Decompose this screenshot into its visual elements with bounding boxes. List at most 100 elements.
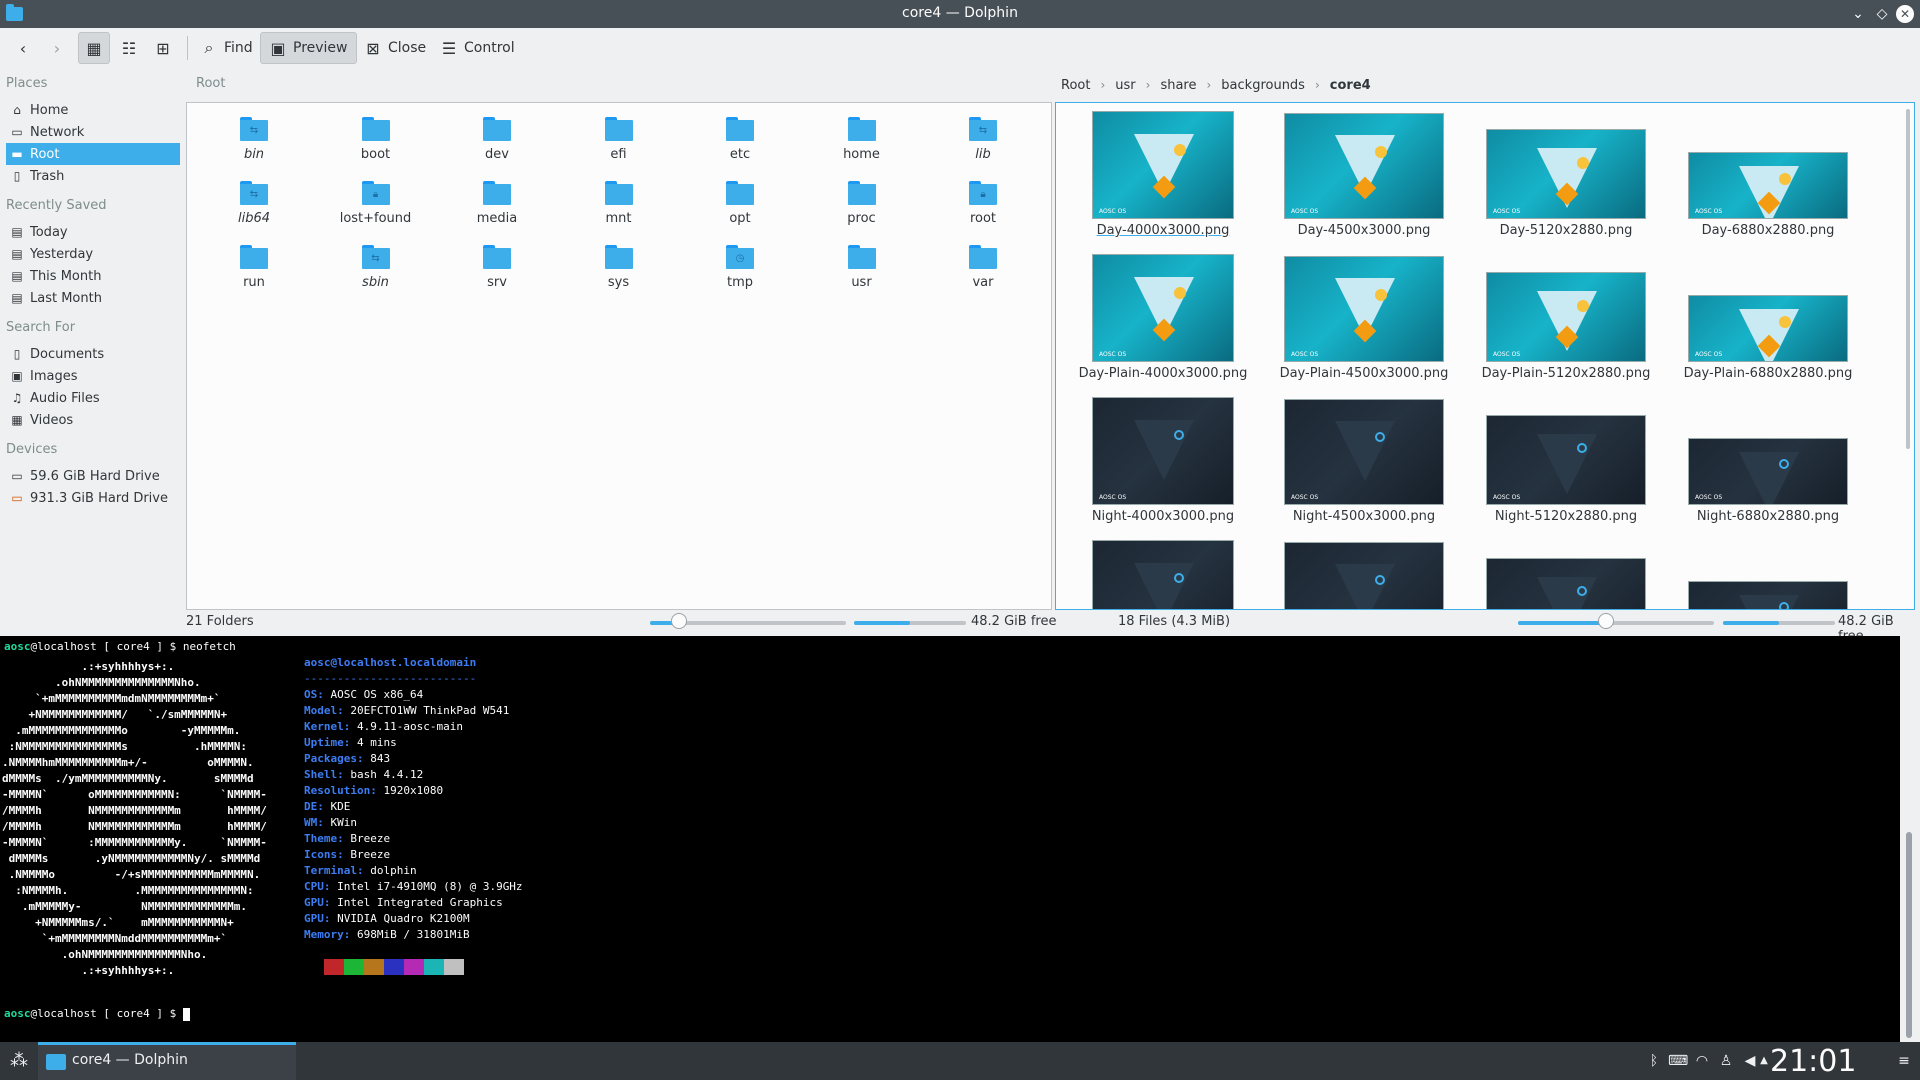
right-zoom-knob[interactable] — [1598, 613, 1614, 629]
right-status-count: 18 Files (4.3 MiB) — [1118, 614, 1231, 629]
sidebar-item-audio[interactable]: ♫ Audio Files — [6, 387, 180, 409]
folder-item[interactable]: srv — [442, 239, 552, 299]
wifi-icon[interactable]: ◠ — [1692, 1051, 1712, 1071]
close-split-button[interactable]: ⊠ Close — [356, 32, 434, 64]
sidebar-item-today[interactable]: ▤ Today — [6, 221, 180, 243]
sidebar-item-documents[interactable]: ▯ Documents — [6, 343, 180, 365]
folder-item[interactable]: ⇆ lib — [928, 111, 1038, 171]
sidebar-item-images[interactable]: ▣ Images — [6, 365, 180, 387]
color-swatch — [324, 959, 344, 975]
folder-item[interactable]: 🔒︎ lost+found — [321, 175, 431, 235]
image-thumbnail: AOSC OS — [1284, 399, 1444, 505]
crumb-root[interactable]: Root — [1061, 78, 1090, 93]
sidebar-item-drive-2[interactable]: ▭ 931.3 GiB Hard Drive — [6, 487, 180, 509]
application-launcher-icon[interactable]: ⁂ — [8, 1050, 30, 1072]
network-icon: ▭ — [11, 125, 23, 139]
compact-view-button[interactable]: ☷ — [114, 32, 146, 64]
close-window-button[interactable]: ✕ — [1896, 5, 1914, 23]
sidebar-item-home[interactable]: ⌂ Home — [6, 99, 180, 121]
icons-view-button[interactable]: ▦ — [78, 32, 110, 64]
folder-item[interactable]: var — [928, 239, 1038, 299]
crumb-backgrounds[interactable]: backgrounds — [1221, 78, 1305, 93]
folder-item[interactable]: ⇆ lib64 — [199, 175, 309, 235]
left-file-view[interactable]: ⇆ bin boot dev efi etc home ⇆ lib ⇆ lib64 🔒︎ lost+fo… — [186, 102, 1052, 610]
info-value: 4 mins — [357, 736, 397, 749]
forward-button[interactable]: › — [40, 32, 80, 64]
ascii-line: +NMMMMMMMMMMMM/ `./smMMMMMN+ — [2, 708, 228, 721]
prompt-line-1: aosc@localhost [ core4 ] $ neofetch — [4, 639, 236, 655]
lock-emblem-icon: 🔒︎ — [372, 189, 379, 200]
keyboard-icon[interactable]: ⌨ — [1668, 1051, 1688, 1071]
sidebar-item-root[interactable]: ▬ Root — [6, 143, 180, 165]
folder-name: lib64 — [237, 211, 271, 226]
terminal-scroll-thumb[interactable] — [1906, 832, 1912, 1038]
folder-item[interactable]: mnt — [564, 175, 674, 235]
folder-item[interactable]: dev — [442, 111, 552, 171]
crumb-usr[interactable]: usr — [1115, 78, 1135, 93]
sidebar-item-label: Root — [30, 146, 60, 162]
right-file-view[interactable]: AOSC OS Day-4000x3000.png AOSC OS Day-4500x… — [1055, 102, 1915, 610]
folder-item[interactable]: boot — [321, 111, 431, 171]
sidebar-item-drive-1[interactable]: ▭ 59.6 GiB Hard Drive — [6, 465, 180, 487]
folder-name: etc — [729, 147, 751, 162]
find-button[interactable]: ⌕ Find — [192, 32, 261, 64]
sidebar-item-videos[interactable]: ▦ Videos — [6, 409, 180, 431]
info-key: Model — [304, 704, 338, 717]
bluetooth-icon[interactable]: ᛒ — [1644, 1051, 1664, 1071]
places-heading: Places — [6, 76, 48, 91]
folder-item[interactable]: opt — [685, 175, 795, 235]
color-swatch — [384, 959, 404, 975]
left-pane-location[interactable]: Root — [196, 76, 225, 91]
folder-item[interactable]: media — [442, 175, 552, 235]
image-thumbnail: AOSC OS — [1284, 542, 1444, 609]
folder-item[interactable]: efi — [564, 111, 674, 171]
folder-item[interactable]: sys — [564, 239, 674, 299]
folder-name: dev — [485, 147, 509, 162]
preview-button[interactable]: ▣ Preview — [260, 32, 357, 64]
folder-item[interactable]: usr — [807, 239, 917, 299]
terminal-scrollbar[interactable] — [1900, 636, 1920, 1042]
task-dolphin[interactable]: core4 — Dolphin — [38, 1042, 296, 1080]
sidebar-item-trash[interactable]: ▯ Trash — [6, 165, 180, 187]
folder-item[interactable]: etc — [685, 111, 795, 171]
crumb-share[interactable]: share — [1160, 78, 1196, 93]
folder-item[interactable]: ⇆ sbin — [321, 239, 431, 299]
link-emblem-icon: ⇆ — [978, 125, 988, 136]
folder-name: mnt — [605, 211, 632, 226]
info-value: 20EFCTO1WW ThinkPad W541 — [350, 704, 510, 717]
file-name: Day-5120x2880.png — [1499, 223, 1633, 238]
maximize-button[interactable]: ◇ — [1872, 4, 1892, 24]
user-icon[interactable]: ♙ — [1716, 1051, 1736, 1071]
folder-item[interactable]: home — [807, 111, 917, 171]
control-button[interactable]: ☰ Control — [432, 32, 523, 64]
hard-drive-icon: ▭ — [11, 491, 23, 505]
info-key: GPU — [304, 912, 324, 925]
sidebar-item-label: Last Month — [30, 290, 102, 306]
info-key: Terminal — [304, 864, 357, 877]
sidebar-item-this-month[interactable]: ▤ This Month — [6, 265, 180, 287]
details-view-button[interactable]: ⊞ — [148, 32, 180, 64]
music-note-icon: ♫ — [11, 391, 23, 405]
minimize-button[interactable]: ⌄ — [1848, 4, 1868, 24]
folder-item[interactable]: ⇆ bin — [199, 111, 309, 171]
hamburger-icon[interactable]: ≡ — [1894, 1051, 1914, 1071]
ascii-line: .NMMMMo -/+sMMMMMMMMMMMmMMMMN. — [2, 868, 261, 881]
sidebar-item-yesterday[interactable]: ▤ Yesterday — [6, 243, 180, 265]
sidebar-item-network[interactable]: ▭ Network — [6, 121, 180, 143]
ascii-line: +NMMMMMms/.` mMMMMMMMMMMMN+ — [2, 916, 234, 929]
sidebar-item-label: Documents — [30, 346, 105, 362]
sidebar-item-last-month[interactable]: ▤ Last Month — [6, 287, 180, 309]
folder-icon — [847, 245, 876, 269]
right-pane-scrollbar[interactable] — [1906, 109, 1910, 449]
folder-item[interactable]: ◷ tmp — [685, 239, 795, 299]
folder-item[interactable]: run — [199, 239, 309, 299]
folder-item[interactable]: 🔒︎ root — [928, 175, 1038, 235]
folder-item[interactable]: proc — [807, 175, 917, 235]
clock[interactable]: 21:01 — [1770, 1044, 1856, 1079]
folder-name: usr — [851, 275, 872, 290]
left-zoom-knob[interactable] — [671, 613, 687, 629]
terminal-panel[interactable]: aosc@localhost [ core4 ] $ neofetch .:+s… — [0, 636, 1900, 1042]
crumb-core4[interactable]: core4 — [1330, 78, 1371, 93]
link-emblem-icon: ⇆ — [249, 189, 259, 200]
image-thumbnail: AOSC OS — [1092, 254, 1234, 362]
